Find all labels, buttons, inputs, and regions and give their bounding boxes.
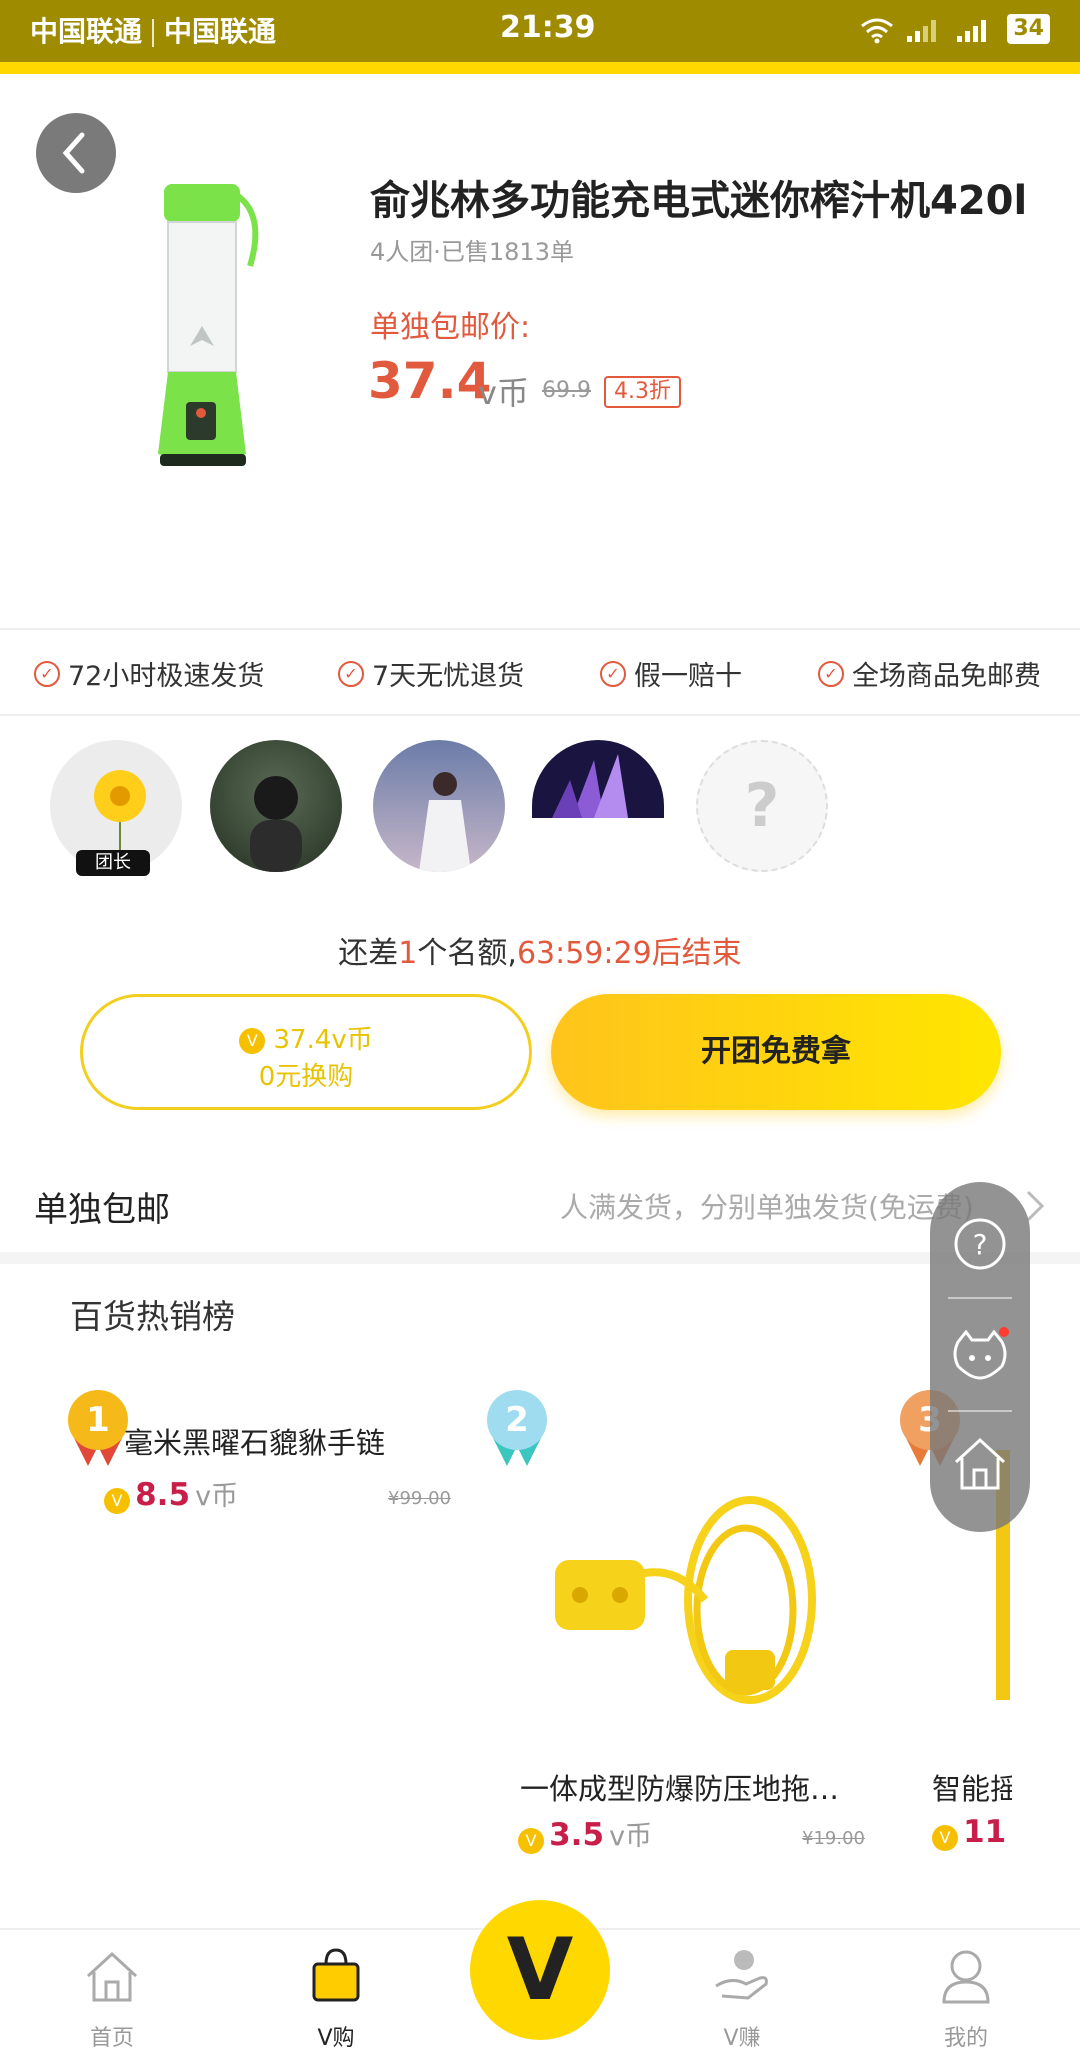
product-name[interactable]: 智能摇 — [932, 1766, 1012, 1808]
tab-home[interactable]: 首页 — [42, 1930, 182, 2062]
coin-icon: V — [932, 1824, 958, 1851]
v-center-button[interactable]: V — [470, 1900, 610, 2040]
guarantee-item: ✓ 7天无忧退货 — [338, 654, 524, 693]
guarantee-item: ✓ 全场商品免邮费 — [818, 654, 1041, 693]
clock: 21:39 — [500, 10, 596, 45]
guarantee-label: 7天无忧退货 — [372, 661, 525, 692]
sales-info: 4人团·已售1813单 — [370, 238, 574, 266]
price-value: 37.4 — [368, 352, 492, 410]
product-image — [158, 184, 259, 466]
discount-badge: 4.3折 — [604, 376, 681, 408]
rank-number: 2 — [487, 1390, 547, 1450]
chevron-left-icon — [62, 132, 85, 174]
ranking-title: 百货热销榜 — [70, 1297, 235, 1336]
hand-coin-icon — [715, 1950, 768, 2000]
section-divider — [0, 1252, 1080, 1264]
home-icon[interactable] — [950, 1434, 1010, 1494]
svg-text:?: ? — [973, 1228, 988, 1261]
guarantee-label: 全场商品免邮费 — [852, 661, 1041, 692]
panel-divider — [948, 1410, 1012, 1412]
product-name[interactable]: 毫米黑曜石貔貅手链 — [124, 1420, 385, 1462]
redeem-price: 37.4v币 — [273, 1025, 373, 1055]
guarantee-label: 假一赔十 — [634, 661, 742, 692]
header-accent-strip — [0, 62, 1080, 74]
carrier-separator — [152, 19, 155, 47]
product-title: 俞兆林多功能充电式迷你榨汁机420l — [370, 178, 1028, 224]
product-price-row: V 11 — [932, 1814, 1080, 1851]
person-icon — [942, 1950, 990, 2004]
countdown-text: 还差1个名额,63:59:29后结束 — [0, 928, 1080, 972]
member-avatar[interactable] — [210, 740, 342, 872]
crystal-photo — [552, 754, 628, 818]
rank-number: 1 — [68, 1390, 128, 1450]
start-group-button[interactable]: 开团免费拿 — [551, 994, 1001, 1110]
carrier-label: 中国联通 中国联通 — [30, 10, 276, 50]
portrait-photo — [419, 772, 471, 872]
redeem-label: 0元换购 — [258, 1062, 354, 1092]
check-circle-icon: ✓ — [818, 660, 844, 687]
guarantee-item: ✓ 假一赔十 — [600, 654, 742, 693]
empty-slot-question-icon[interactable]: ? — [696, 740, 828, 872]
shopping-bag-icon — [312, 1948, 360, 2002]
member-avatar[interactable] — [532, 740, 664, 818]
carrier-1: 中国联通 — [30, 15, 143, 48]
tab-label: 我的 — [943, 2026, 988, 2051]
coin-icon: V — [239, 1027, 266, 1054]
original-price: 69.9 — [542, 378, 591, 403]
product-old-price: ¥19.00 — [802, 1828, 865, 1849]
price-label: 单独包邮价: — [370, 310, 531, 345]
product-price-row: V 3.5 v币 — [518, 1814, 652, 1854]
coin-icon: V — [104, 1487, 130, 1514]
countdown-mid: 个名额, — [417, 936, 517, 971]
single-shipping-row[interactable]: 单独包邮 人满发货，分别单独发货(免运费) — [0, 1160, 1080, 1250]
product-price: 11 — [963, 1814, 1007, 1850]
product-price-unit: v币 — [609, 1821, 653, 1852]
tab-vgou[interactable]: V购 — [266, 1930, 406, 2062]
tab-label: V赚 — [723, 2026, 761, 2051]
back-button[interactable] — [36, 113, 116, 193]
countdown-prefix: 还差 — [338, 936, 399, 971]
signal-icon-2 — [957, 20, 986, 42]
price-unit: v币 — [478, 374, 529, 412]
product-price-unit: v币 — [195, 1481, 239, 1512]
shipping-label: 单独包邮 — [34, 1190, 170, 1230]
battery-indicator: 34 — [1007, 14, 1050, 44]
member-avatar[interactable] — [373, 740, 505, 872]
carrier-2: 中国联通 — [164, 15, 277, 48]
product-price: 3.5 — [549, 1817, 605, 1853]
redeem-button[interactable]: V 37.4v币 0元换购 — [80, 994, 532, 1110]
check-circle-icon: ✓ — [34, 660, 60, 687]
guarantee-item: ✓ 72小时极速发货 — [34, 654, 264, 693]
redeem-price-line: V 37.4v币 — [83, 1019, 529, 1056]
slots-remaining: 1 — [398, 936, 418, 971]
panel-divider — [948, 1297, 1012, 1299]
product-price-row: V 8.5 v币 — [104, 1474, 238, 1514]
guarantee-label: 72小时极速发货 — [68, 661, 265, 692]
tab-vzhuan[interactable]: V赚 — [672, 1930, 812, 2062]
coin-icon: V — [518, 1827, 544, 1854]
tab-mine[interactable]: 我的 — [896, 1930, 1036, 2062]
wifi-icon — [861, 18, 893, 44]
product-name[interactable]: 一体成型防爆防压地拖… — [520, 1766, 839, 1808]
product-old-price: ¥99.00 — [388, 1488, 451, 1509]
portrait-photo — [250, 776, 302, 872]
countdown-timer: 63:59:29后结束 — [516, 936, 742, 971]
leader-badge: 团长 — [76, 850, 150, 876]
check-circle-icon: ✓ — [338, 660, 364, 687]
message-icon[interactable] — [950, 1324, 1010, 1384]
product-price: 8.5 — [135, 1477, 191, 1513]
guarantee-bar: ✓ 72小时极速发货 ✓ 7天无忧退货 ✓ 假一赔十 ✓ 全场商品免邮费 — [0, 628, 1080, 716]
check-circle-icon: ✓ — [600, 660, 626, 687]
signal-icon-1 — [907, 20, 936, 42]
floating-action-panel: ? — [930, 1182, 1030, 1532]
shipping-detail: 人满发货，分别单独发货(免运费) — [560, 1191, 974, 1224]
status-bar: 中国联通 中国联通 21:39 34 — [0, 0, 1080, 62]
power-strip-product-image[interactable] — [545, 1450, 845, 1720]
tab-label: V购 — [317, 2026, 355, 2051]
help-icon[interactable]: ? — [952, 1216, 1008, 1272]
home-icon — [86, 1951, 138, 2002]
tab-label: 首页 — [89, 2026, 134, 2051]
